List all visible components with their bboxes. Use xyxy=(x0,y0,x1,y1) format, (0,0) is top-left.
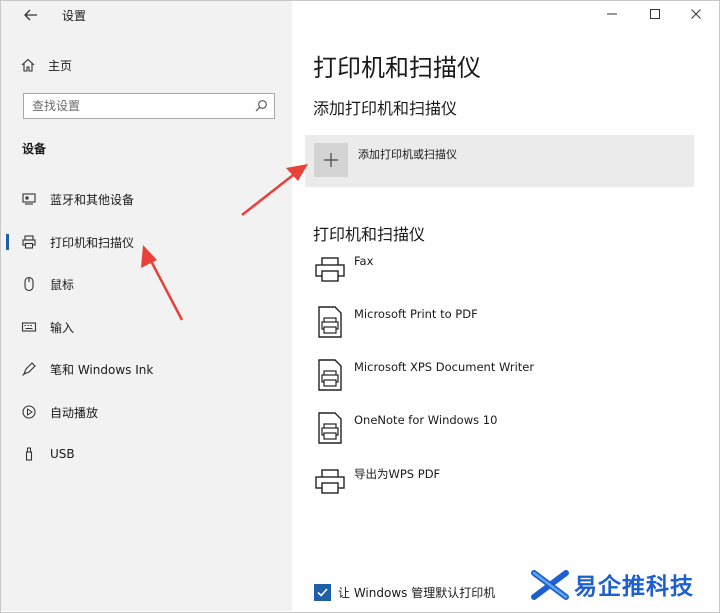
search-input[interactable] xyxy=(32,99,252,113)
search-box[interactable] xyxy=(23,93,275,119)
sidebar-item-printers[interactable]: 打印机和扫描仪 xyxy=(1,227,291,257)
printer-name: Microsoft XPS Document Writer xyxy=(354,360,535,374)
printer-icon xyxy=(21,234,37,250)
sidebar-item-mouse[interactable]: 鼠标 xyxy=(1,269,291,299)
sidebar-item-pen[interactable]: 笔和 Windows Ink xyxy=(1,354,291,384)
sidebar-item-label: 自动播放 xyxy=(50,405,99,420)
window-title: 设置 xyxy=(62,9,87,23)
plus-icon xyxy=(314,143,348,177)
sidebar-item-label: USB xyxy=(50,447,75,461)
checkmark-icon xyxy=(317,588,328,597)
printer-name: Microsoft Print to PDF xyxy=(354,307,478,321)
home-label: 主页 xyxy=(48,58,73,73)
sidebar-item-label: 笔和 Windows Ink xyxy=(50,362,154,377)
sidebar-item-home[interactable]: 主页 xyxy=(20,55,72,75)
printer-item-fax[interactable]: Fax xyxy=(313,254,693,300)
logo-icon xyxy=(531,570,569,600)
printer-name: OneNote for Windows 10 xyxy=(354,413,498,427)
sidebar-item-usb[interactable]: USB xyxy=(1,439,291,469)
sidebar-item-typing[interactable]: 输入 xyxy=(1,312,291,342)
pen-icon xyxy=(21,361,37,377)
autoplay-icon xyxy=(21,404,37,420)
back-arrow-icon[interactable] xyxy=(22,6,40,24)
printer-icon xyxy=(315,257,345,282)
sidebar-item-label: 鼠标 xyxy=(50,277,75,292)
sidebar-item-label: 蓝牙和其他设备 xyxy=(50,192,135,207)
sidebar-item-autoplay[interactable]: 自动播放 xyxy=(1,397,291,427)
home-icon xyxy=(21,58,35,72)
printer-item-pdf[interactable]: Microsoft Print to PDF xyxy=(313,306,693,353)
watermark-logo: 易企推科技 xyxy=(530,565,716,605)
manage-default-printer-row: 让 Windows 管理默认打印机 xyxy=(314,584,495,601)
keyboard-icon xyxy=(21,319,37,335)
manage-default-label: 让 Windows 管理默认打印机 xyxy=(338,586,496,600)
maximize-button[interactable] xyxy=(647,6,663,22)
close-button[interactable] xyxy=(688,6,704,22)
main-content xyxy=(292,1,719,611)
printer-icon xyxy=(315,469,345,494)
minimize-button[interactable] xyxy=(604,6,620,22)
printer-item-wps[interactable]: 导出为WPS PDF xyxy=(313,466,693,512)
add-section-title: 添加打印机和扫描仪 xyxy=(313,99,458,118)
maximize-icon xyxy=(650,9,660,19)
close-icon xyxy=(691,9,701,19)
printer-item-xps[interactable]: Microsoft XPS Document Writer xyxy=(313,359,693,406)
sidebar-item-label: 打印机和扫描仪 xyxy=(50,235,135,250)
sidebar-item-label: 输入 xyxy=(50,320,75,335)
add-printer-label: 添加打印机或扫描仪 xyxy=(358,148,457,161)
minimize-icon xyxy=(607,13,617,15)
watermark-text: 易企推科技 xyxy=(574,574,694,600)
printer-name: Fax xyxy=(354,254,374,268)
printers-section-title: 打印机和扫描仪 xyxy=(313,225,426,244)
usb-icon xyxy=(21,446,37,462)
active-indicator xyxy=(6,234,9,250)
search-icon[interactable] xyxy=(254,99,268,113)
page-title: 打印机和扫描仪 xyxy=(313,54,481,82)
section-label-devices: 设备 xyxy=(22,142,47,156)
mouse-icon xyxy=(21,276,37,292)
manage-default-checkbox[interactable] xyxy=(314,584,331,601)
pdf-printer-icon xyxy=(318,412,342,444)
sidebar-item-bluetooth[interactable]: 蓝牙和其他设备 xyxy=(1,184,291,214)
printer-name: 导出为WPS PDF xyxy=(354,467,441,481)
devices-icon xyxy=(21,191,37,207)
pdf-printer-icon xyxy=(318,359,342,391)
pdf-printer-icon xyxy=(318,306,342,338)
printer-item-onenote[interactable]: OneNote for Windows 10 xyxy=(313,412,693,459)
add-printer-button[interactable]: 添加打印机或扫描仪 xyxy=(305,135,694,187)
